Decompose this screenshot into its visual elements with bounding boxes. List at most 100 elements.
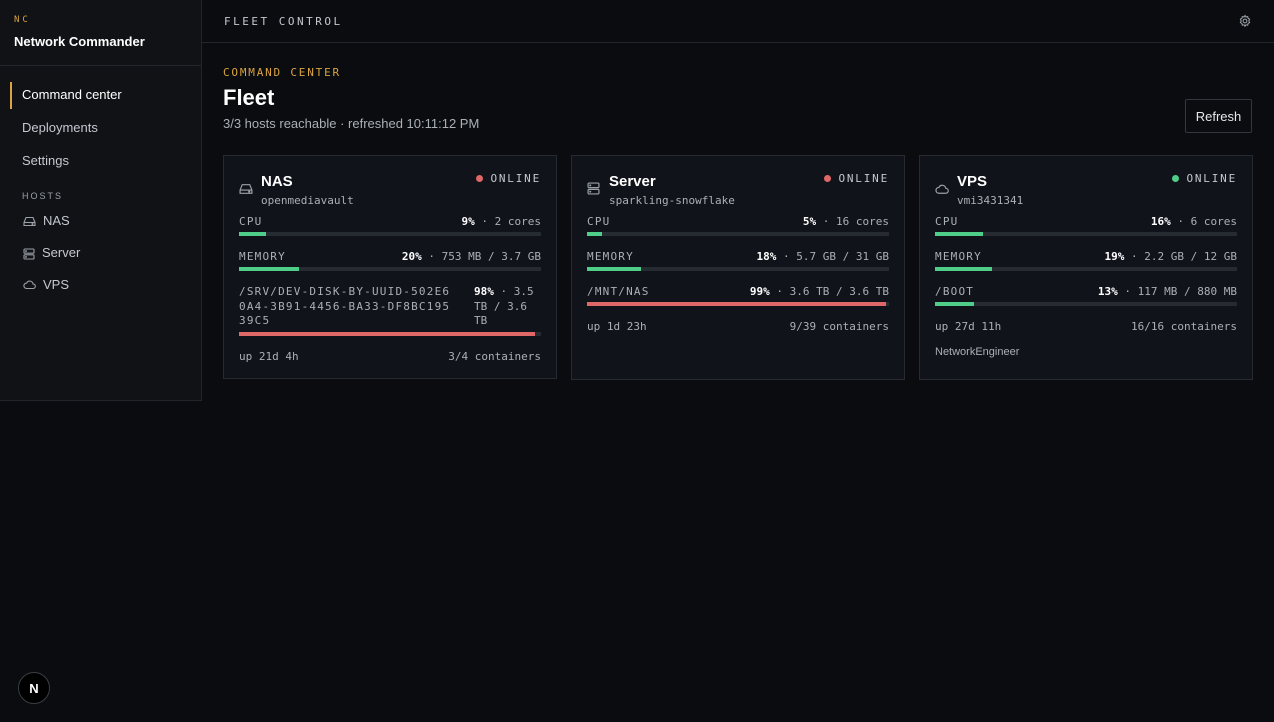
page-eyebrow: COMMAND CENTER xyxy=(223,66,341,79)
page-title: Fleet xyxy=(223,85,275,110)
containers-count: 3/4 containers xyxy=(448,349,541,363)
card-hostname: openmediavault xyxy=(261,194,354,207)
card-header: Server sparkling-snowflake ONLINE xyxy=(587,156,889,215)
nav-item-settings[interactable]: Settings xyxy=(0,148,201,181)
metric-label: CPU xyxy=(239,215,263,228)
card-name: VPS xyxy=(957,173,988,190)
progress-fill xyxy=(239,232,267,236)
uptime: up 27d 11h xyxy=(935,320,1002,333)
card-footer: up 21d 4h 3/4 containers xyxy=(239,350,541,378)
metric-label: /BOOT xyxy=(935,285,975,298)
progress-bar xyxy=(935,267,1237,271)
progress-fill xyxy=(935,267,993,271)
uptime: up 21d 4h xyxy=(239,349,299,363)
metric-label: MEMORY xyxy=(935,250,982,263)
refresh-button[interactable]: Refresh xyxy=(1185,99,1252,133)
sidebar-item-vps[interactable]: VPS xyxy=(0,277,201,309)
metric-cpu: CPU 16% · 6 cores xyxy=(935,215,1237,236)
n-letter-icon: N xyxy=(29,680,39,696)
containers-count: 16/16 containers xyxy=(1131,320,1237,333)
drive-icon xyxy=(239,182,253,200)
host-card-vps[interactable]: VPS vmi3431341 ONLINE CPU 16% · 6 cores … xyxy=(919,155,1253,380)
status-badge: ONLINE xyxy=(476,172,541,185)
metric-cpu: CPU 5% · 16 cores xyxy=(587,215,889,236)
metric-memory: MEMORY 19% · 2.2 GB / 12 GB xyxy=(935,250,1237,271)
metric-detail: · 6 cores xyxy=(1170,215,1237,228)
metric-value: 98% · 3.5 TB / 3.6 TB xyxy=(474,285,541,329)
metric-pct: 5% xyxy=(802,215,817,228)
card-header: NAS openmediavault ONLINE xyxy=(239,156,541,215)
metric-pct: 18% xyxy=(756,250,777,263)
status-badge: ONLINE xyxy=(1172,172,1237,185)
metric-value: 16% · 6 cores xyxy=(1151,215,1237,229)
metric-disk: /SRV/DEV-DISK-BY-UUID-502E60A4-3B91-4456… xyxy=(239,285,541,336)
progress-bar xyxy=(587,302,889,306)
progress-fill xyxy=(587,232,603,236)
sidebar-item-label: NAS xyxy=(43,213,70,228)
metric-label: MEMORY xyxy=(239,250,286,263)
status-dot xyxy=(824,175,832,182)
metric-pct: 20% xyxy=(401,250,422,263)
metric-value: 99% · 3.6 TB / 3.6 TB xyxy=(750,285,889,299)
brand-mark: NC xyxy=(14,15,31,25)
metric-value: 9% · 2 cores xyxy=(462,215,541,229)
progress-fill xyxy=(239,331,535,336)
sidebar-item-nas[interactable]: NAS xyxy=(0,213,201,245)
card-footer: up 27d 11h 16/16 containers xyxy=(935,320,1237,333)
progress-bar xyxy=(935,232,1237,236)
progress-fill xyxy=(935,302,975,306)
sidebar-item-server[interactable]: Server xyxy=(0,245,201,277)
next-logo-badge[interactable]: N xyxy=(18,672,50,704)
card-name: Server xyxy=(609,173,656,190)
host-card-server[interactable]: Server sparkling-snowflake ONLINE CPU 5%… xyxy=(571,155,905,380)
topbar-title: FLEET CONTROL xyxy=(224,15,343,28)
drive-icon xyxy=(23,213,36,231)
progress-bar xyxy=(935,302,1237,306)
topbar: FLEET CONTROL xyxy=(202,0,1274,43)
metric-value: 18% · 5.7 GB / 31 GB xyxy=(757,250,889,264)
metric-value: 13% · 117 MB / 880 MB xyxy=(1098,285,1237,299)
metric-pct: 98% xyxy=(474,285,494,298)
metric-label: MEMORY xyxy=(587,250,634,263)
card-footer: up 1d 23h 9/39 containers xyxy=(587,320,889,333)
brand: NC Network Commander xyxy=(0,0,201,66)
metric-disk: /BOOT 13% · 117 MB / 880 MB xyxy=(935,285,1237,306)
card-user: NetworkEngineer xyxy=(935,346,1020,358)
metric-value: 20% · 753 MB / 3.7 GB xyxy=(402,250,541,264)
progress-fill xyxy=(587,302,886,306)
brand-name: Network Commander xyxy=(14,34,145,49)
progress-fill xyxy=(587,267,642,271)
metric-label: /SRV/DEV-DISK-BY-UUID-502E60A4-3B91-4456… xyxy=(239,285,451,327)
progress-bar xyxy=(239,331,541,336)
status-dot xyxy=(1172,175,1180,182)
gear-icon[interactable] xyxy=(1238,14,1252,33)
status-badge: ONLINE xyxy=(824,172,889,185)
card-hostname: sparkling-snowflake xyxy=(609,194,735,207)
metric-detail: · 3.6 TB / 3.6 TB xyxy=(769,285,889,298)
nav-item-deployments[interactable]: Deployments xyxy=(0,115,201,148)
progress-bar xyxy=(587,232,889,236)
card-header: VPS vmi3431341 ONLINE xyxy=(935,156,1237,215)
metric-value: 5% · 16 cores xyxy=(803,215,889,229)
cloud-icon xyxy=(935,182,949,200)
metric-pct: 13% xyxy=(1097,285,1118,298)
nav-item-command-center[interactable]: Command center xyxy=(0,82,201,115)
page-subtitle: 3/3 hosts reachable · refreshed 10:11:12… xyxy=(223,116,480,131)
card-hostname: vmi3431341 xyxy=(957,194,1024,207)
metric-pct: 16% xyxy=(1150,215,1171,228)
sidebar-item-label: VPS xyxy=(43,277,70,292)
metric-detail: · 753 MB / 3.7 GB xyxy=(421,250,541,263)
cloud-icon xyxy=(23,277,36,294)
metric-memory: MEMORY 18% · 5.7 GB / 31 GB xyxy=(587,250,889,271)
main-nav: Command center Deployments Settings xyxy=(0,66,201,181)
status-text: ONLINE xyxy=(490,172,541,185)
host-card-nas[interactable]: NAS openmediavault ONLINE CPU 9% · 2 cor… xyxy=(223,155,557,379)
card-name: NAS xyxy=(261,173,293,190)
metric-label: CPU xyxy=(935,215,959,228)
server-icon xyxy=(587,182,600,200)
metric-label: CPU xyxy=(587,215,611,228)
metric-pct: 99% xyxy=(749,285,770,298)
metric-detail: · 117 MB / 880 MB xyxy=(1117,285,1237,298)
metric-pct: 19% xyxy=(1104,250,1125,263)
metric-value: 19% · 2.2 GB / 12 GB xyxy=(1105,250,1237,264)
